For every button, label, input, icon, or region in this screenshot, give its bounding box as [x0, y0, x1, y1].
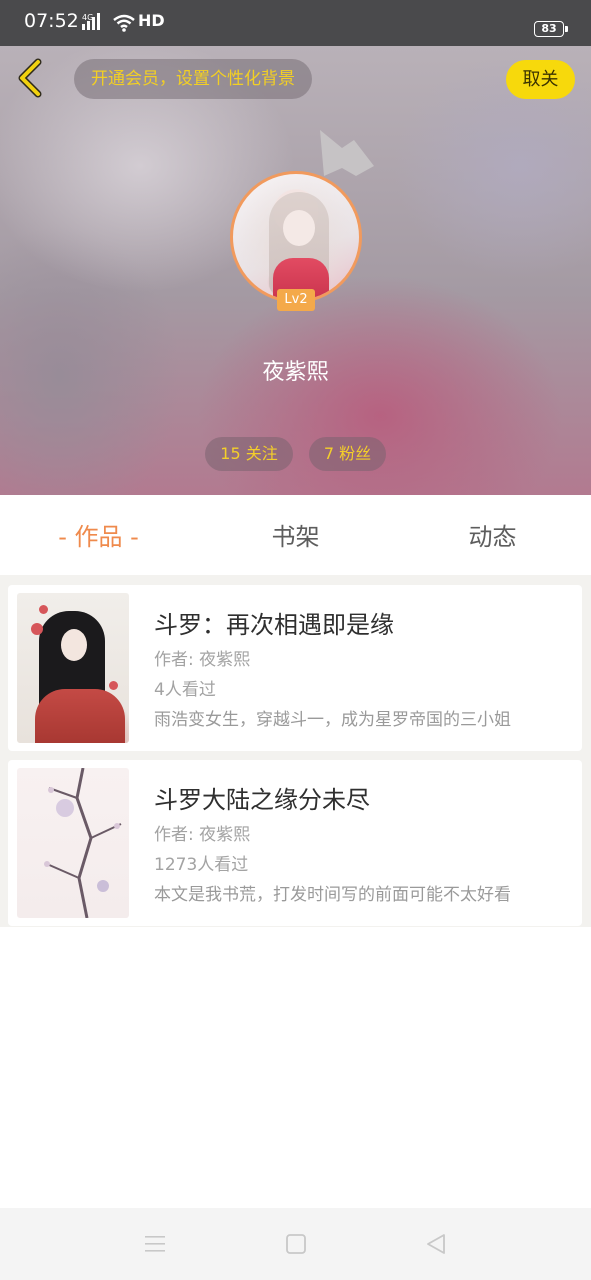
back-button[interactable] — [14, 58, 48, 98]
wifi-icon — [112, 14, 136, 36]
back-triangle-icon[interactable] — [424, 1232, 448, 1256]
back-arrow-icon — [18, 58, 42, 98]
svg-text:4G: 4G — [82, 13, 93, 22]
following-count[interactable]: 15 关注 — [205, 437, 293, 471]
book-description: 雨浩变女生，穿越斗一，成为星罗帝国的三小姐 — [154, 710, 511, 730]
book-title: 斗罗：再次相遇即是缘 — [154, 611, 394, 639]
menu-icon[interactable] — [143, 1232, 167, 1256]
profile-tabs: - 作品 - 书架 动态 — [0, 495, 591, 575]
system-nav-bar — [0, 1208, 591, 1280]
tab-works[interactable]: - 作品 - — [0, 495, 197, 575]
username: 夜紫熙 — [262, 360, 329, 385]
book-title: 斗罗大陆之缘分未尽 — [154, 786, 370, 814]
book-author: 作者: 夜紫熙 — [154, 825, 251, 845]
book-views: 4人看过 — [154, 680, 216, 700]
status-bar: 07:52 4G HD 83 — [0, 0, 591, 46]
tab-bookshelf[interactable]: 书架 — [197, 495, 394, 575]
book-views: 1273人看过 — [154, 855, 249, 875]
book-cover — [17, 593, 129, 743]
home-icon[interactable] — [284, 1232, 308, 1256]
book-card[interactable]: 斗罗大陆之缘分未尽 作者: 夜紫熙 1273人看过 本文是我书荒，打发时间写的前… — [8, 760, 582, 926]
book-author: 作者: 夜紫熙 — [154, 650, 251, 670]
avatar[interactable] — [230, 171, 362, 303]
book-card[interactable]: 斗罗：再次相遇即是缘 作者: 夜紫熙 4人看过 雨浩变女生，穿越斗一，成为星罗帝… — [8, 585, 582, 751]
unfollow-button[interactable]: 取关 — [506, 60, 575, 99]
status-time: 07:52 — [24, 10, 79, 32]
profile-header: 开通会员，设置个性化背景 取关 Lv2 夜紫熙 15 关注 7 粉丝 — [0, 46, 591, 495]
level-badge: Lv2 — [277, 289, 315, 311]
book-list: 斗罗：再次相遇即是缘 作者: 夜紫熙 4人看过 雨浩变女生，穿越斗一，成为星罗帝… — [0, 575, 591, 927]
book-cover — [17, 768, 129, 918]
hd-indicator: HD — [138, 11, 165, 30]
vip-background-prompt[interactable]: 开通会员，设置个性化背景 — [74, 59, 312, 99]
battery-icon: 83 — [534, 21, 568, 37]
signal-icon: 4G — [82, 12, 106, 36]
tab-activity[interactable]: 动态 — [394, 495, 591, 575]
book-description: 本文是我书荒，打发时间写的前面可能不太好看 — [154, 885, 511, 905]
fans-count[interactable]: 7 粉丝 — [309, 437, 386, 471]
